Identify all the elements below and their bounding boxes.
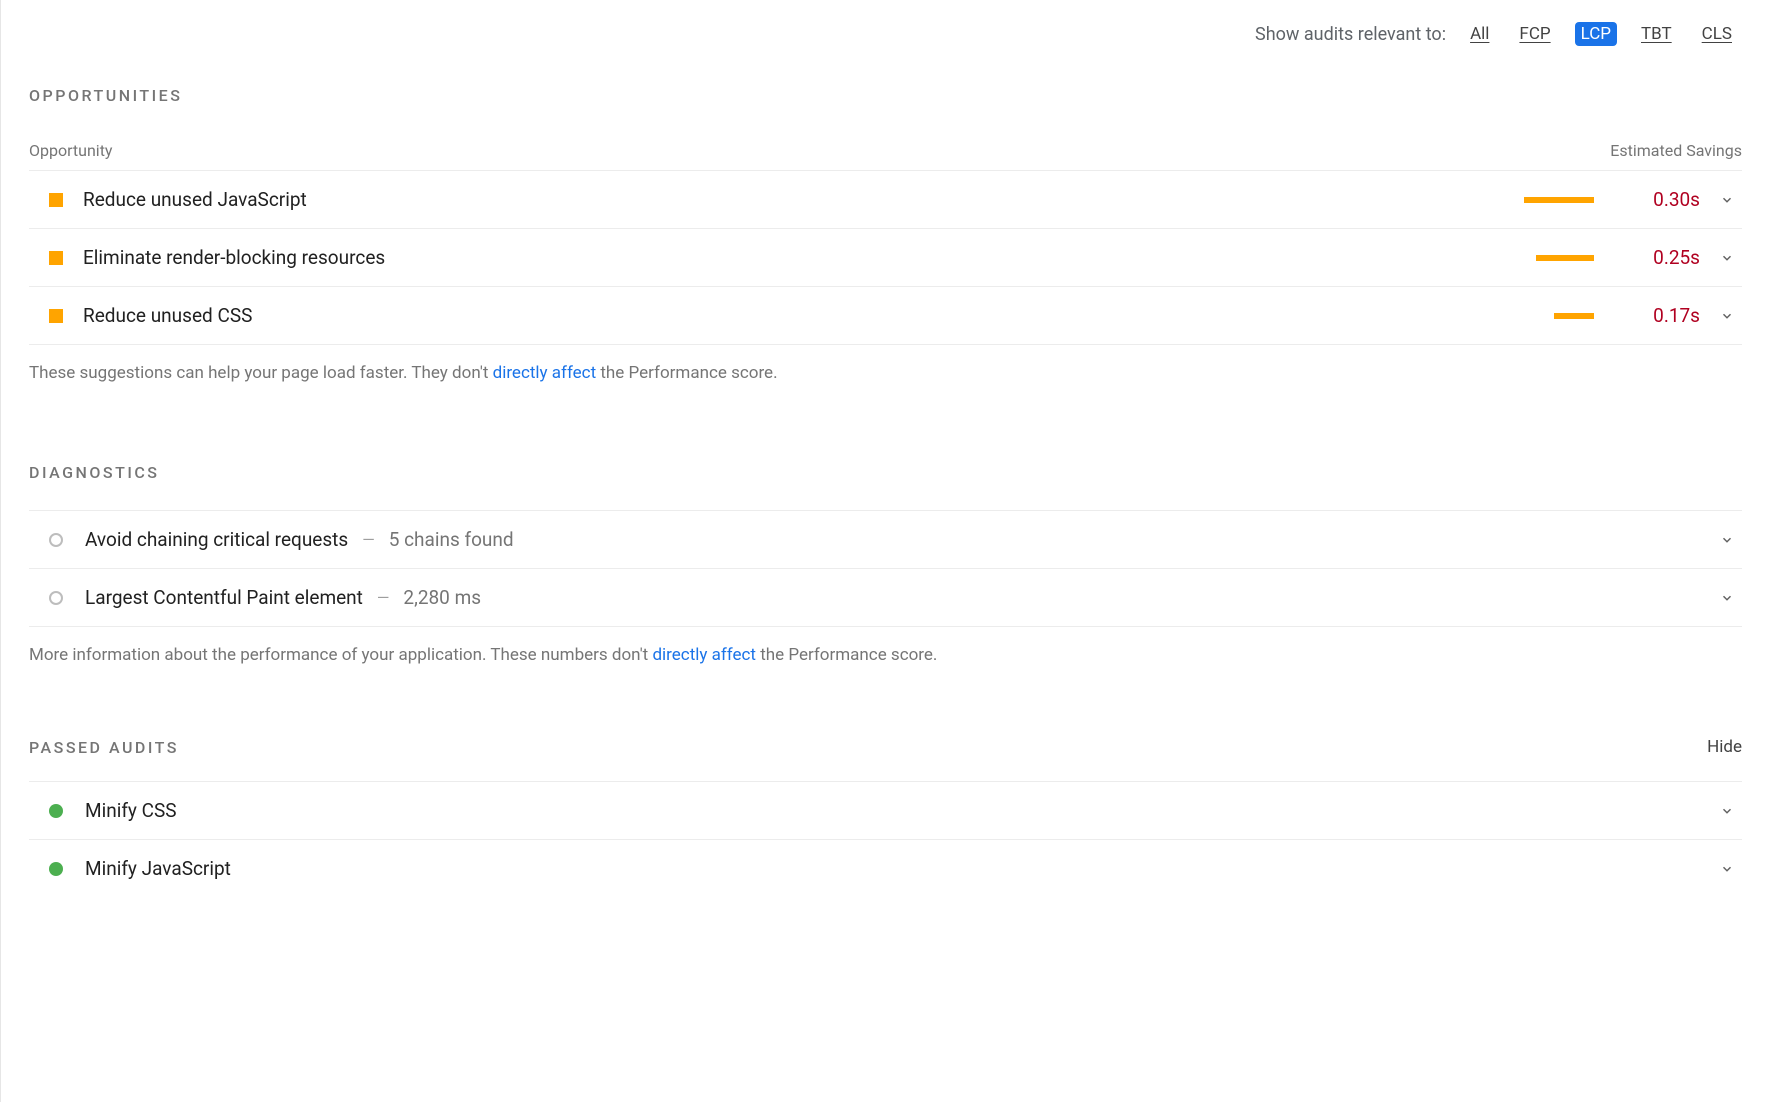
passed-row[interactable]: Minify CSS — [29, 781, 1742, 839]
savings-value: 0.17s — [1634, 304, 1700, 327]
savings-bar — [1524, 197, 1594, 203]
opportunities-header: OPPORTUNITIES — [29, 86, 1742, 105]
diagnostics-header: DIAGNOSTICS — [29, 463, 1742, 482]
passed-title: Minify CSS — [85, 799, 177, 822]
passed-audits-header: PASSED AUDITS — [29, 738, 179, 757]
diagnostic-detail: 2,280 ms — [403, 586, 481, 609]
diagnostics-list: Avoid chaining critical requests — 5 cha… — [29, 510, 1742, 627]
opportunity-title: Reduce unused JavaScript — [83, 188, 307, 211]
pass-dot-icon — [49, 804, 63, 818]
savings-value: 0.25s — [1634, 246, 1700, 269]
chevron-down-icon — [1720, 251, 1734, 265]
savings-bar — [1554, 313, 1594, 319]
savings-bar — [1536, 255, 1594, 261]
pass-dot-icon — [49, 862, 63, 876]
filter-tab-lcp[interactable]: LCP — [1575, 22, 1617, 46]
diagnostics-footnote: More information about the performance o… — [29, 645, 1742, 665]
opportunity-row[interactable]: Eliminate render-blocking resources 0.25… — [29, 228, 1742, 286]
diagnostic-title: Avoid chaining critical requests — [85, 528, 348, 551]
diagnostic-row[interactable]: Largest Contentful Paint element — 2,280… — [29, 568, 1742, 627]
chevron-down-icon — [1720, 533, 1734, 547]
chevron-down-icon — [1720, 804, 1734, 818]
filter-label: Show audits relevant to: — [1255, 24, 1446, 45]
savings-value: 0.30s — [1634, 188, 1700, 211]
chevron-down-icon — [1720, 193, 1734, 207]
opportunity-col-header: Opportunity — [29, 141, 113, 160]
separator-dash: — — [377, 588, 390, 607]
opportunities-footnote: These suggestions can help your page loa… — [29, 363, 1742, 383]
separator-dash: — — [362, 530, 375, 549]
filter-tab-tbt[interactable]: TBT — [1635, 22, 1678, 46]
opportunities-list: Reduce unused JavaScript 0.30s Eliminate… — [29, 170, 1742, 345]
savings-col-header: Estimated Savings — [1610, 141, 1742, 160]
passed-title: Minify JavaScript — [85, 857, 231, 880]
hide-button[interactable]: Hide — [1707, 737, 1742, 757]
diagnostic-title: Largest Contentful Paint element — [85, 586, 363, 609]
directly-affect-link[interactable]: directly affect — [493, 363, 597, 383]
warning-square-icon — [49, 309, 63, 323]
filter-tab-cls[interactable]: CLS — [1696, 22, 1738, 46]
directly-affect-link[interactable]: directly affect — [652, 645, 756, 665]
filter-tab-fcp[interactable]: FCP — [1513, 22, 1556, 46]
warning-square-icon — [49, 251, 63, 265]
passed-list: Minify CSS Minify JavaScript — [29, 781, 1742, 897]
passed-row[interactable]: Minify JavaScript — [29, 839, 1742, 897]
opportunity-title: Eliminate render-blocking resources — [83, 246, 385, 269]
opportunity-title: Reduce unused CSS — [83, 304, 252, 327]
info-circle-icon — [49, 533, 63, 547]
opportunity-row[interactable]: Reduce unused CSS 0.17s — [29, 286, 1742, 345]
chevron-down-icon — [1720, 862, 1734, 876]
chevron-down-icon — [1720, 591, 1734, 605]
filter-tab-all[interactable]: All — [1464, 22, 1495, 46]
audit-filter-bar: Show audits relevant to: All FCP LCP TBT… — [29, 0, 1742, 46]
diagnostic-row[interactable]: Avoid chaining critical requests — 5 cha… — [29, 510, 1742, 568]
chevron-down-icon — [1720, 309, 1734, 323]
diagnostic-detail: 5 chains found — [389, 528, 514, 551]
opportunity-row[interactable]: Reduce unused JavaScript 0.30s — [29, 170, 1742, 228]
info-circle-icon — [49, 591, 63, 605]
warning-square-icon — [49, 193, 63, 207]
